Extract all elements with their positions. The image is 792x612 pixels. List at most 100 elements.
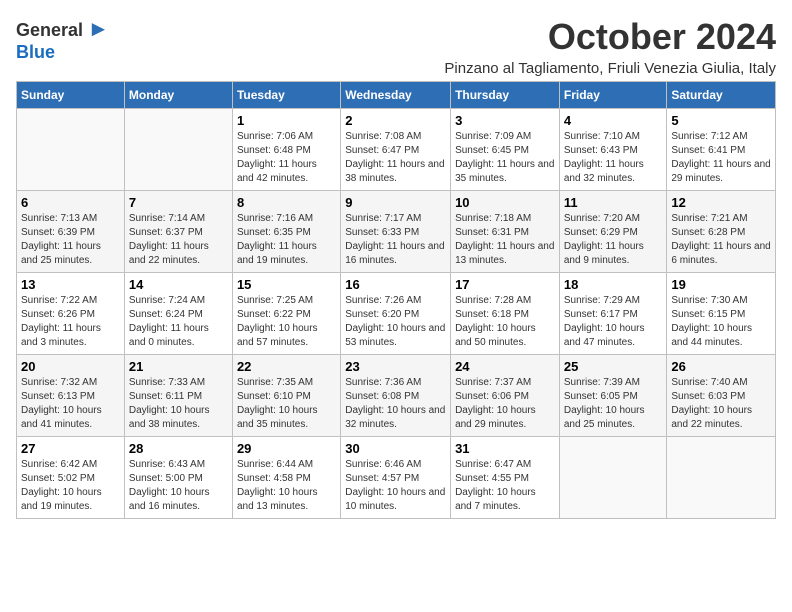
calendar-cell: 3 Sunrise: 7:09 AM Sunset: 6:45 PM Daylig… bbox=[451, 109, 560, 191]
calendar-cell: 21 Sunrise: 7:33 AM Sunset: 6:11 PM Dayli… bbox=[124, 355, 232, 437]
calendar-cell bbox=[17, 109, 125, 191]
day-number: 27 bbox=[21, 441, 120, 456]
calendar-cell: 25Sunrise: 7:39 AM Sunset: 6:05 PM Dayli… bbox=[559, 355, 667, 437]
calendar-cell: 23 Sunrise: 7:36 AM Sunset: 6:08 PM Dayli… bbox=[341, 355, 451, 437]
day-number: 29 bbox=[237, 441, 336, 456]
day-number: 12 bbox=[671, 195, 771, 210]
day-info: Sunrise: 7:09 AM Sunset: 6:45 PM Dayligh… bbox=[455, 130, 555, 186]
day-number: 21 bbox=[129, 359, 228, 374]
day-number: 22 bbox=[237, 359, 336, 374]
day-number: 31 bbox=[455, 441, 555, 456]
calendar-cell: 13 Sunrise: 7:22 AM Sunset: 6:26 PM Dayli… bbox=[17, 273, 125, 355]
day-header-friday: Friday bbox=[559, 82, 667, 109]
calendar-body: 1Sunrise: 7:06 AM Sunset: 6:48 PM Daylig… bbox=[17, 109, 776, 519]
day-number: 15 bbox=[237, 277, 336, 292]
day-header-monday: Monday bbox=[124, 82, 232, 109]
day-info: Sunrise: 6:42 AM Sunset: 5:02 PM Dayligh… bbox=[21, 458, 120, 514]
day-info: Sunrise: 7:29 AM Sunset: 6:17 PM Dayligh… bbox=[564, 294, 663, 350]
day-number: 13 bbox=[21, 277, 120, 292]
day-info: Sunrise: 7:32 AM Sunset: 6:13 PM Dayligh… bbox=[21, 376, 120, 432]
calendar-cell: 14 Sunrise: 7:24 AM Sunset: 6:24 PM Dayli… bbox=[124, 273, 232, 355]
calendar-header-row: SundayMondayTuesdayWednesdayThursdayFrid… bbox=[17, 82, 776, 109]
calendar-cell: 6 Sunrise: 7:13 AM Sunset: 6:39 PM Daylig… bbox=[17, 191, 125, 273]
logo-general: General bbox=[16, 20, 83, 40]
day-header-thursday: Thursday bbox=[451, 82, 560, 109]
month-title: October 2024 bbox=[444, 16, 776, 58]
day-info: Sunrise: 7:26 AM Sunset: 6:20 PM Dayligh… bbox=[345, 294, 446, 350]
day-number: 28 bbox=[129, 441, 228, 456]
day-number: 4 bbox=[564, 113, 663, 128]
day-info: Sunrise: 7:25 AM Sunset: 6:22 PM Dayligh… bbox=[237, 294, 336, 350]
day-number: 2 bbox=[345, 113, 446, 128]
day-info: Sunrise: 6:43 AM Sunset: 5:00 PM Dayligh… bbox=[129, 458, 228, 514]
day-number: 23 bbox=[345, 359, 446, 374]
day-number: 26 bbox=[671, 359, 771, 374]
day-info: Sunrise: 7:35 AM Sunset: 6:10 PM Dayligh… bbox=[237, 376, 336, 432]
calendar-cell: 15 Sunrise: 7:25 AM Sunset: 6:22 PM Dayli… bbox=[232, 273, 340, 355]
day-number: 19 bbox=[671, 277, 771, 292]
day-number: 14 bbox=[129, 277, 228, 292]
day-number: 3 bbox=[455, 113, 555, 128]
calendar-cell: 9Sunrise: 7:17 AM Sunset: 6:33 PM Daylig… bbox=[341, 191, 451, 273]
day-info: Sunrise: 7:18 AM Sunset: 6:31 PM Dayligh… bbox=[455, 212, 555, 268]
day-info: Sunrise: 7:20 AM Sunset: 6:29 PM Dayligh… bbox=[564, 212, 663, 268]
calendar-cell: 27 Sunrise: 6:42 AM Sunset: 5:02 PM Dayli… bbox=[17, 437, 125, 519]
day-info: Sunrise: 7:28 AM Sunset: 6:18 PM Dayligh… bbox=[455, 294, 555, 350]
day-info: Sunrise: 7:16 AM Sunset: 6:35 PM Dayligh… bbox=[237, 212, 336, 268]
calendar-cell: 12 Sunrise: 7:21 AM Sunset: 6:28 PM Dayli… bbox=[667, 191, 776, 273]
calendar-cell bbox=[559, 437, 667, 519]
day-number: 10 bbox=[455, 195, 555, 210]
calendar-cell: 1Sunrise: 7:06 AM Sunset: 6:48 PM Daylig… bbox=[232, 109, 340, 191]
day-number: 11 bbox=[564, 195, 663, 210]
day-info: Sunrise: 7:13 AM Sunset: 6:39 PM Dayligh… bbox=[21, 212, 120, 268]
day-info: Sunrise: 7:33 AM Sunset: 6:11 PM Dayligh… bbox=[129, 376, 228, 432]
day-number: 18 bbox=[564, 277, 663, 292]
calendar-cell: 5 Sunrise: 7:12 AM Sunset: 6:41 PM Daylig… bbox=[667, 109, 776, 191]
day-header-tuesday: Tuesday bbox=[232, 82, 340, 109]
day-info: Sunrise: 7:17 AM Sunset: 6:33 PM Dayligh… bbox=[345, 212, 446, 268]
calendar-week-row: 1Sunrise: 7:06 AM Sunset: 6:48 PM Daylig… bbox=[17, 109, 776, 191]
day-info: Sunrise: 7:22 AM Sunset: 6:26 PM Dayligh… bbox=[21, 294, 120, 350]
day-info: Sunrise: 7:36 AM Sunset: 6:08 PM Dayligh… bbox=[345, 376, 446, 432]
calendar-week-row: 6 Sunrise: 7:13 AM Sunset: 6:39 PM Daylig… bbox=[17, 191, 776, 273]
day-info: Sunrise: 7:37 AM Sunset: 6:06 PM Dayligh… bbox=[455, 376, 555, 432]
day-header-saturday: Saturday bbox=[667, 82, 776, 109]
logo-bird-icon: ► bbox=[88, 16, 110, 41]
day-info: Sunrise: 6:46 AM Sunset: 4:57 PM Dayligh… bbox=[345, 458, 446, 514]
calendar-cell: 19 Sunrise: 7:30 AM Sunset: 6:15 PM Dayli… bbox=[667, 273, 776, 355]
day-info: Sunrise: 7:21 AM Sunset: 6:28 PM Dayligh… bbox=[671, 212, 771, 268]
day-info: Sunrise: 7:24 AM Sunset: 6:24 PM Dayligh… bbox=[129, 294, 228, 350]
day-info: Sunrise: 7:10 AM Sunset: 6:43 PM Dayligh… bbox=[564, 130, 663, 186]
calendar-cell: 22 Sunrise: 7:35 AM Sunset: 6:10 PM Dayli… bbox=[232, 355, 340, 437]
day-number: 7 bbox=[129, 195, 228, 210]
calendar-cell: 31 Sunrise: 6:47 AM Sunset: 4:55 PM Dayli… bbox=[451, 437, 560, 519]
calendar-cell: 24Sunrise: 7:37 AM Sunset: 6:06 PM Dayli… bbox=[451, 355, 560, 437]
day-info: Sunrise: 6:47 AM Sunset: 4:55 PM Dayligh… bbox=[455, 458, 555, 514]
day-info: Sunrise: 7:12 AM Sunset: 6:41 PM Dayligh… bbox=[671, 130, 771, 186]
calendar-cell: 4 Sunrise: 7:10 AM Sunset: 6:43 PM Daylig… bbox=[559, 109, 667, 191]
day-number: 25 bbox=[564, 359, 663, 374]
day-number: 17 bbox=[455, 277, 555, 292]
calendar-week-row: 20 Sunrise: 7:32 AM Sunset: 6:13 PM Dayli… bbox=[17, 355, 776, 437]
page-header: General ► Blue October 2024 Pinzano al T… bbox=[16, 16, 776, 77]
logo-blue: Blue bbox=[16, 42, 55, 62]
title-block: October 2024 Pinzano al Tagliamento, Fri… bbox=[444, 16, 776, 77]
day-header-wednesday: Wednesday bbox=[341, 82, 451, 109]
day-info: Sunrise: 7:30 AM Sunset: 6:15 PM Dayligh… bbox=[671, 294, 771, 350]
calendar-cell: 18 Sunrise: 7:29 AM Sunset: 6:17 PM Dayli… bbox=[559, 273, 667, 355]
day-number: 20 bbox=[21, 359, 120, 374]
day-info: Sunrise: 6:44 AM Sunset: 4:58 PM Dayligh… bbox=[237, 458, 336, 514]
day-number: 16 bbox=[345, 277, 446, 292]
calendar-cell: 17 Sunrise: 7:28 AM Sunset: 6:18 PM Dayli… bbox=[451, 273, 560, 355]
day-number: 1 bbox=[237, 113, 336, 128]
day-header-sunday: Sunday bbox=[17, 82, 125, 109]
calendar-cell: 8Sunrise: 7:16 AM Sunset: 6:35 PM Daylig… bbox=[232, 191, 340, 273]
calendar-cell: 7Sunrise: 7:14 AM Sunset: 6:37 PM Daylig… bbox=[124, 191, 232, 273]
calendar-cell: 10 Sunrise: 7:18 AM Sunset: 6:31 PM Dayli… bbox=[451, 191, 560, 273]
calendar-cell: 20 Sunrise: 7:32 AM Sunset: 6:13 PM Dayli… bbox=[17, 355, 125, 437]
day-number: 5 bbox=[671, 113, 771, 128]
calendar-week-row: 27 Sunrise: 6:42 AM Sunset: 5:02 PM Dayli… bbox=[17, 437, 776, 519]
day-info: Sunrise: 7:08 AM Sunset: 6:47 PM Dayligh… bbox=[345, 130, 446, 186]
calendar-cell: 26Sunrise: 7:40 AM Sunset: 6:03 PM Dayli… bbox=[667, 355, 776, 437]
day-number: 6 bbox=[21, 195, 120, 210]
